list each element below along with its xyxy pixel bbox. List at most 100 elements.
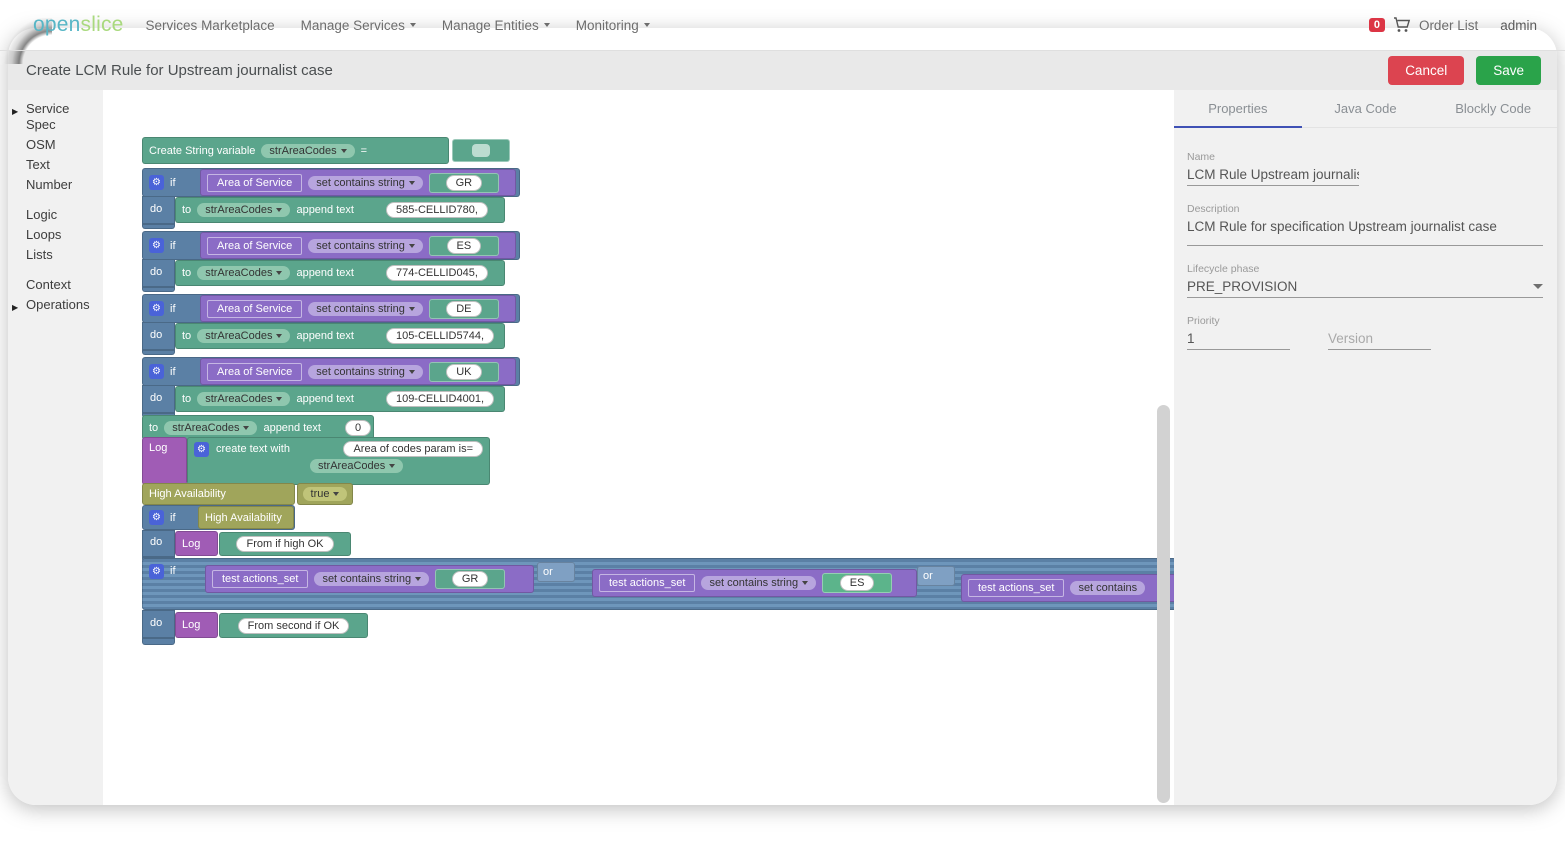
block-ha-condition[interactable]: High Availability [198,506,294,529]
text-value-field[interactable]: 0 [345,420,371,436]
cancel-button[interactable]: Cancel [1388,56,1464,85]
block-or-2[interactable]: or [917,566,955,586]
text-value-field[interactable]: From second if OK [238,618,350,634]
lifecycle-select[interactable]: PRE_PROVISION [1187,275,1543,298]
block-append-text[interactable]: tostrAreaCodesappend text105-CELLID5744, [175,323,505,349]
nav-link-monitoring[interactable]: Monitoring [576,18,650,33]
block-append-text[interactable]: tostrAreaCodesappend text109-CELLID4001, [175,386,505,412]
toolbox-category-logic[interactable]: Logic [8,205,103,225]
workspace-vertical-scrollbar[interactable] [1157,405,1170,803]
string-value-field[interactable]: DE [446,301,481,317]
variable-dropdown[interactable]: strAreaCodes [197,266,290,280]
priority-label: Priority [1187,315,1290,327]
operator-dropdown[interactable]: set contains string [308,176,423,190]
block-condition-2[interactable]: test actions_set set contains string ES [592,569,917,597]
block-condition[interactable]: Area of Service set contains string DE [200,295,516,322]
nav-link-services-marketplace[interactable]: Services Marketplace [146,18,275,33]
block-append-text[interactable]: tostrAreaCodesappend text774-CELLID045, [175,260,505,286]
nav-link-manage-entities[interactable]: Manage Entities [442,18,550,33]
condition-variable[interactable]: test actions_set [599,574,695,592]
empty-text-field[interactable] [472,144,490,157]
description-field[interactable]: LCM Rule for specification Upstream jour… [1187,215,1543,237]
block-log-text[interactable]: From if high OK [219,532,351,556]
save-button[interactable]: Save [1476,56,1541,85]
block-condition-1[interactable]: test actions_set set contains string GR [205,565,534,593]
string-value-field[interactable]: GR [452,571,489,587]
block-log[interactable]: Log [175,531,218,556]
block-create-string-variable[interactable]: Create String variable strAreaCodes = [142,137,449,164]
toolbox-category-lists[interactable]: Lists [8,245,103,265]
text-value-field[interactable]: 109-CELLID4001, [386,391,494,407]
gear-icon[interactable]: ⚙ [149,175,164,190]
gear-icon[interactable]: ⚙ [149,364,164,379]
variable-dropdown[interactable]: strAreaCodes [261,144,354,158]
toolbox-category-loops[interactable]: Loops [8,225,103,245]
gear-icon[interactable]: ⚙ [194,442,209,457]
priority-field[interactable]: 1 [1187,327,1290,350]
gear-icon[interactable]: ⚙ [149,510,164,525]
text-value-field[interactable]: 585-CELLID780, [386,202,488,218]
boolean-dropdown[interactable]: true [303,487,348,501]
blockly-workspace[interactable]: Create String variable strAreaCodes = ⚙i… [103,90,1174,805]
block-true[interactable]: true [297,483,353,505]
gear-icon[interactable]: ⚙ [149,238,164,253]
variable-dropdown[interactable]: strAreaCodes [197,392,290,406]
tab-blockly-code[interactable]: Blockly Code [1429,90,1557,127]
text-value-field[interactable]: Area of codes param is= [343,441,483,457]
nav-link-manage-services[interactable]: Manage Services [301,18,416,33]
variable-dropdown[interactable]: strAreaCodes [310,459,403,473]
name-field[interactable]: LCM Rule Upstream journalist [1187,163,1359,186]
string-value-field[interactable]: ES [447,238,482,254]
tab-properties[interactable]: Properties [1174,90,1302,127]
condition-variable[interactable]: test actions_set [212,570,308,588]
order-list-link[interactable]: Order List [1419,18,1478,33]
condition-variable[interactable]: Area of Service [207,300,302,318]
block-log[interactable]: Log [142,437,187,485]
condition-variable[interactable]: test actions_set [968,579,1064,597]
toolbox-category-text[interactable]: Text [8,155,103,175]
do-label: do [150,617,162,629]
block-condition[interactable]: Area of Service set contains string GR [200,169,516,196]
string-value-field[interactable]: GR [446,175,483,191]
gear-icon[interactable]: ⚙ [149,301,164,316]
variable-dropdown[interactable]: strAreaCodes [197,203,290,217]
operator-dropdown[interactable]: set contains [1070,581,1145,595]
value-slot: GR [429,173,499,193]
operator-dropdown[interactable]: set contains string [308,365,423,379]
operator-dropdown[interactable]: set contains string [308,239,423,253]
condition-variable[interactable]: Area of Service [207,363,302,381]
block-append-text[interactable]: tostrAreaCodesappend text585-CELLID780, [175,197,505,223]
text-value-field[interactable]: From if high OK [236,536,333,552]
toolbox-category-number[interactable]: Number [8,175,103,195]
condition-variable[interactable]: Area of Service [207,174,302,192]
toolbox-category-operations[interactable]: ▶Operations [8,295,103,315]
text-value-field[interactable]: 105-CELLID5744, [386,328,494,344]
text-value-field[interactable]: 774-CELLID045, [386,265,488,281]
logo[interactable]: openslice [33,13,124,37]
variable-dropdown[interactable]: strAreaCodes [197,329,290,343]
version-field[interactable]: Version [1328,327,1431,350]
toolbox-category-osm[interactable]: OSM [8,135,103,155]
block-log-text[interactable]: From second if OK [219,613,368,638]
variable-dropdown[interactable]: strAreaCodes [164,421,257,435]
toolbox-category-service-spec[interactable]: ▶Service Spec [8,99,103,135]
cart-icon[interactable] [1393,17,1411,33]
block-or-1[interactable]: or [537,562,575,582]
operator-dropdown[interactable]: set contains string [701,576,816,590]
block-create-text-with[interactable]: ⚙ create text with Area of codes param i… [187,437,490,485]
user-menu[interactable]: admin [1500,18,1537,33]
gear-icon[interactable]: ⚙ [149,564,164,579]
string-value-field[interactable]: ES [840,575,875,591]
toolbox-category-context[interactable]: Context [8,275,103,295]
block-condition[interactable]: Area of Service set contains string ES [200,232,516,259]
operator-dropdown[interactable]: set contains string [308,302,423,316]
condition-variable[interactable]: Area of Service [207,237,302,255]
string-value-field[interactable]: UK [446,364,481,380]
block-condition-3[interactable]: test actions_set set contains [961,574,1174,602]
block-log[interactable]: Log [175,612,218,638]
block-condition[interactable]: Area of Service set contains string UK [200,358,516,385]
tab-java-code[interactable]: Java Code [1302,90,1430,127]
block-empty-text[interactable] [452,139,510,162]
operator-dropdown[interactable]: set contains string [314,572,429,586]
block-high-availability[interactable]: High Availability [142,483,295,505]
